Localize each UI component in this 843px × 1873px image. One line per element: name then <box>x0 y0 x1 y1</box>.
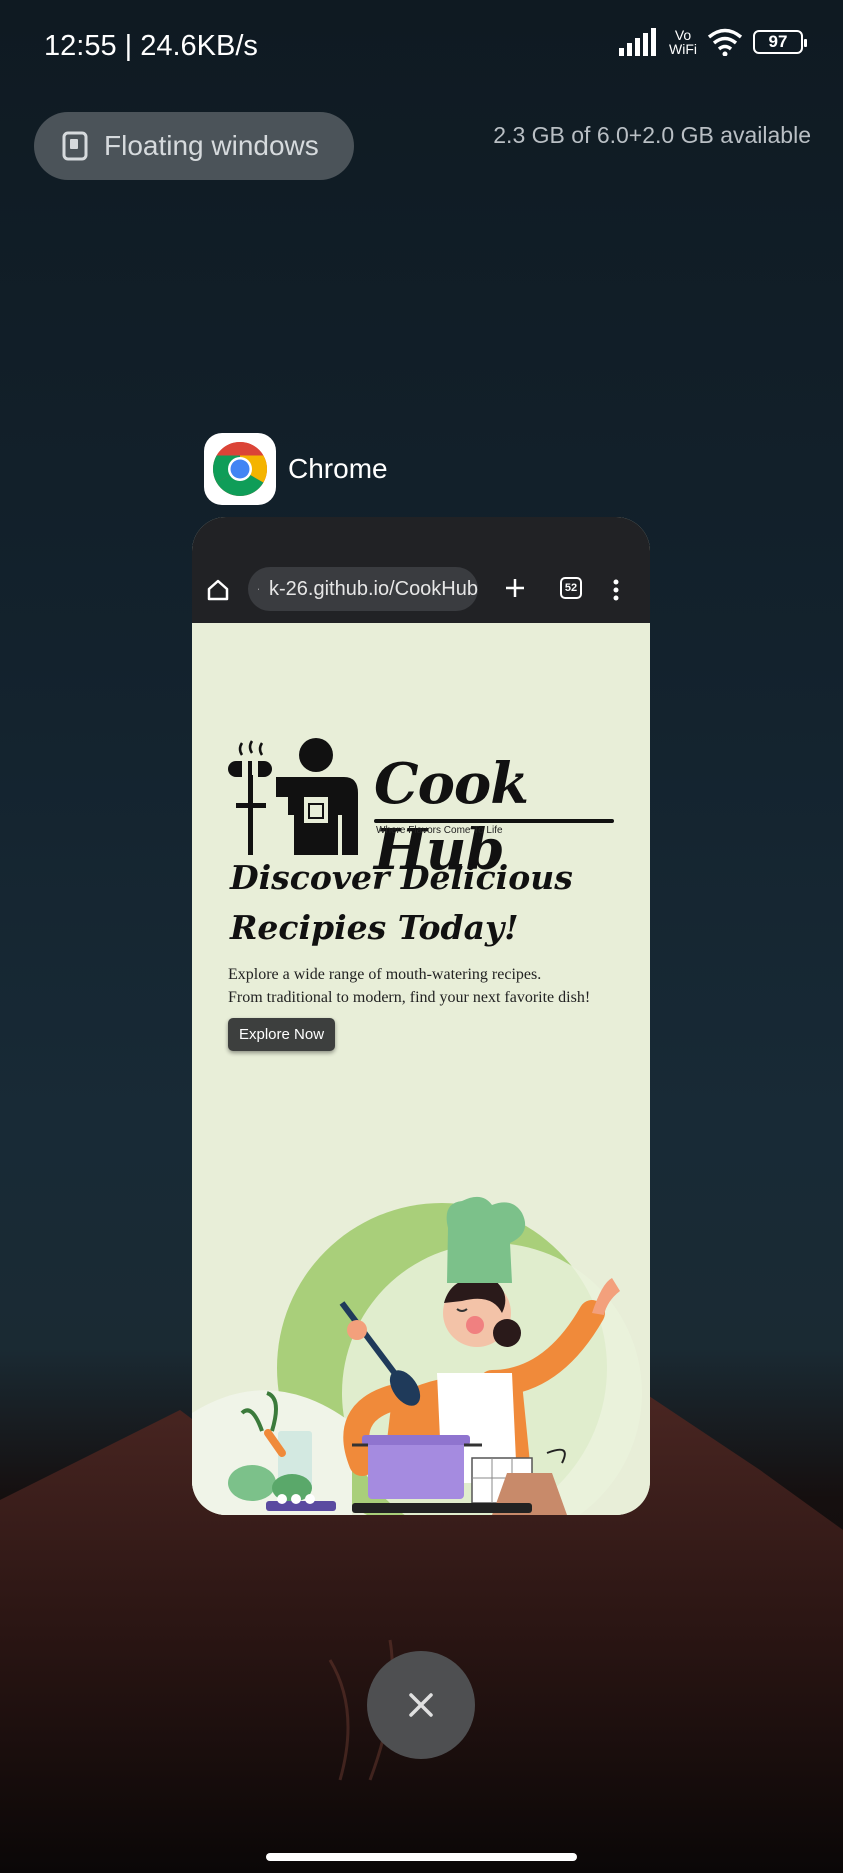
brand-underline <box>374 819 614 823</box>
app-name: Chrome <box>288 453 388 484</box>
headline-line-1: Discover Delicious <box>230 858 573 897</box>
brand-tagline: Where Flavors Come To Life <box>376 825 503 836</box>
hero-headline: Discover Delicious Recipies Today! <box>230 853 610 953</box>
wifi-icon <box>707 28 743 56</box>
floating-windows-label: Floating windows <box>104 130 319 161</box>
new-tab-icon[interactable] <box>504 577 526 599</box>
status-time: 12:55 | 24.6KB/s <box>44 30 258 62</box>
signal-icon <box>619 28 656 56</box>
more-menu-icon[interactable] <box>612 579 620 601</box>
desc-line-2: From traditional to modern, find your ne… <box>228 989 591 1006</box>
close-icon <box>409 1693 433 1717</box>
memory-info: 2.3 GB of 6.0+2.0 GB available <box>493 122 811 148</box>
tab-switcher-icon[interactable]: 52 <box>560 577 582 599</box>
close-all-button[interactable] <box>367 1651 475 1759</box>
chef-illustration <box>192 1196 642 1515</box>
tab-count: 52 <box>564 582 578 594</box>
explore-now-button[interactable]: Explore Now <box>228 1018 336 1051</box>
headline-line-2: Recipies Today! <box>230 908 519 947</box>
chrome-toolbar: k-26.github.io/CookHub 52 <box>192 517 650 623</box>
vowifi-bottom: WiFi <box>669 41 697 57</box>
lock-icon <box>258 588 259 590</box>
gesture-home-indicator[interactable] <box>266 1853 577 1861</box>
vowifi-top: Vo <box>674 27 692 43</box>
hero-description: Explore a wide range of mouth-watering r… <box>228 963 638 1009</box>
floating-windows-button[interactable]: Floating windows <box>34 112 354 180</box>
chef-logo-icon <box>228 738 358 855</box>
status-bar: 12:55 | 24.6KB/s Vo WiFi 97 <box>0 0 843 95</box>
address-bar[interactable]: k-26.github.io/CookHub <box>248 567 478 611</box>
web-page: Cook Hub Where Flavors Come To Life Disc… <box>192 623 650 1515</box>
battery-level: 97 <box>768 32 788 51</box>
app-header[interactable]: Chrome <box>204 433 388 505</box>
battery-icon: 97 <box>753 30 807 54</box>
home-icon[interactable] <box>206 579 230 601</box>
vowifi-icon: Vo WiFi <box>669 28 697 56</box>
chrome-icon <box>204 433 276 505</box>
desc-line-1: Explore a wide range of mouth-watering r… <box>228 966 542 983</box>
app-card[interactable]: k-26.github.io/CookHub 52 Cook Hub Where… <box>192 517 650 1515</box>
floating-window-icon <box>62 131 88 161</box>
url-text: k-26.github.io/CookHub <box>268 577 478 600</box>
